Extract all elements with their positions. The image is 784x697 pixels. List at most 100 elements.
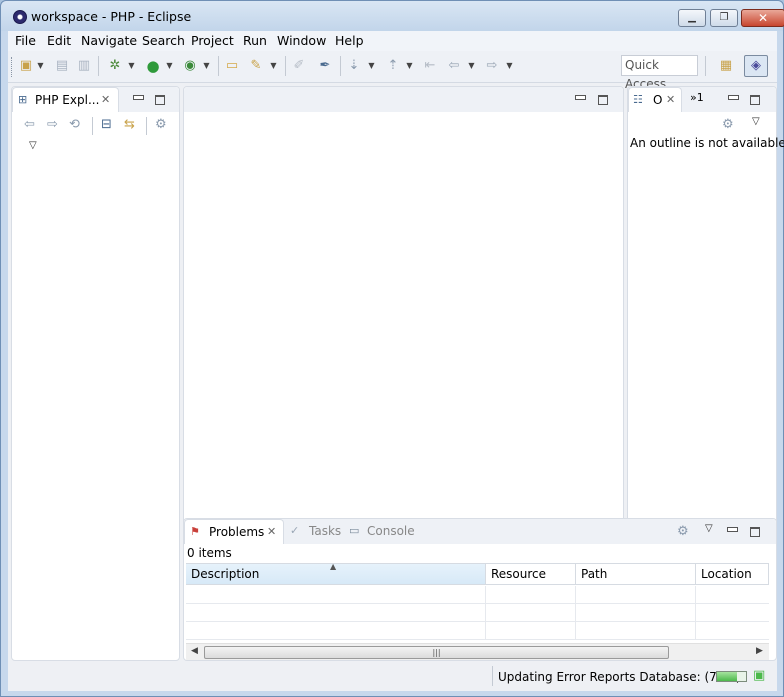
back-icon[interactable]: ⇦ [24, 117, 35, 132]
save-icon[interactable]: ▤ [54, 58, 70, 74]
collapse-all-icon[interactable]: ⊟ [101, 117, 112, 132]
maximize-icon[interactable] [750, 95, 760, 105]
progress-icon[interactable]: ▣ [753, 668, 765, 683]
forward-icon[interactable]: ⇨ [47, 117, 58, 132]
external-tools-dropdown-icon[interactable]: ▼ [203, 58, 210, 74]
eclipse-window: workspace - PHP - Eclipse ▁ ❐ ✕ File Edi… [0, 0, 784, 697]
save-all-icon[interactable]: ▥ [76, 58, 92, 74]
php-perspective-icon[interactable]: ◈ [744, 55, 768, 77]
column-header-resource[interactable]: Resource [486, 564, 576, 585]
tab-outline[interactable]: ☷ O ✕ [628, 87, 682, 112]
previous-annotation-icon[interactable]: ⇡ [385, 58, 401, 74]
minimize-icon[interactable] [575, 91, 586, 101]
toolbar-separator [218, 56, 219, 76]
next-annotation-icon[interactable]: ⇣ [346, 58, 362, 74]
column-header-description[interactable]: Description ▲ [186, 562, 486, 585]
quick-access-input[interactable]: Quick Access [621, 55, 698, 91]
back-dropdown-icon[interactable]: ▼ [468, 58, 475, 74]
minimize-icon[interactable] [728, 91, 739, 101]
next-annotation-dropdown-icon[interactable]: ▼ [368, 58, 375, 74]
open-perspective-icon[interactable]: ▦ [718, 58, 734, 74]
new-dropdown-icon[interactable]: ▼ [37, 58, 44, 74]
title-bar: workspace - PHP - Eclipse ▁ ❐ ✕ [1, 1, 784, 31]
php-explorer-tab-label: PHP Expl... [35, 93, 100, 107]
menu-edit[interactable]: Edit [47, 33, 71, 48]
forward-dropdown-icon[interactable]: ▼ [506, 58, 513, 74]
php-explorer-tabstrip: ⊞ PHP Expl... ✕ [12, 87, 179, 112]
close-window-button[interactable]: ✕ [741, 9, 784, 27]
column-header-label: Description [191, 567, 260, 581]
view-overflow-chevron[interactable]: »1 [690, 91, 704, 104]
view-menu-icon[interactable]: ▽ [705, 523, 713, 534]
close-icon[interactable]: ✕ [666, 93, 675, 106]
progress-fill [717, 672, 738, 681]
up-icon[interactable]: ⟲ [69, 117, 80, 132]
filters-icon[interactable]: ⚙ [722, 117, 734, 132]
view-menu-icon[interactable]: ▽ [29, 140, 37, 151]
scroll-left-icon[interactable]: ◀ [191, 646, 198, 656]
maximize-icon[interactable] [598, 95, 608, 105]
bottom-tabstrip: ⚑ Problems ✕ ✓ Tasks ▭ Console ⚙ ▽ [184, 519, 776, 544]
maximize-icon[interactable] [155, 95, 165, 105]
minimize-window-button[interactable]: ▁ [678, 9, 706, 27]
tab-tasks[interactable]: Tasks [309, 524, 341, 538]
status-message: Updating Error Reports Database: (70%) [498, 670, 741, 684]
tab-console[interactable]: Console [367, 524, 415, 538]
restore-window-button[interactable]: ❐ [710, 9, 738, 27]
back-icon[interactable]: ⇦ [446, 58, 462, 74]
search-icon[interactable]: ✎ [248, 58, 264, 74]
status-separator [492, 666, 493, 686]
toolbar-separator [92, 117, 93, 135]
main-toolbar: ▣ ▼ ▤ ▥ ✲ ▼ ● ▼ ◉ ▼ ▭ ✎ ▼ ✐ ✒ ⇣ ▼ ⇡ ▼ ⇤ … [8, 51, 777, 91]
menu-window[interactable]: Window [277, 33, 326, 48]
table-cell [576, 622, 696, 640]
problems-icon: ⚑ [190, 525, 200, 538]
window-title: workspace - PHP - Eclipse [31, 9, 192, 24]
menu-project[interactable]: Project [191, 33, 234, 48]
column-header-location[interactable]: Location [696, 564, 769, 585]
minimize-icon[interactable] [727, 523, 738, 533]
scrollbar-thumb[interactable]: ||| [204, 646, 669, 659]
menu-search[interactable]: Search [142, 33, 185, 48]
debug-dropdown-icon[interactable]: ▼ [128, 58, 135, 74]
outline-view: ☷ O ✕ »1 ⚙ ▽ An outline is not available… [627, 86, 784, 545]
filters-icon[interactable]: ⚙ [155, 117, 167, 132]
search-dropdown-icon[interactable]: ▼ [270, 58, 277, 74]
tab-problems[interactable]: ⚑ Problems ✕ [184, 519, 284, 544]
table-cell [186, 622, 486, 640]
scroll-right-icon[interactable]: ▶ [756, 646, 763, 656]
external-tools-icon[interactable]: ◉ [182, 58, 198, 74]
new-icon[interactable]: ▣ [18, 58, 34, 74]
horizontal-scrollbar[interactable]: ◀ ||| ▶ [186, 643, 769, 660]
mark-occurrences-icon[interactable]: ✒ [317, 58, 333, 74]
column-header-path[interactable]: Path [576, 564, 696, 585]
table-row [186, 604, 769, 622]
table-cell [186, 586, 486, 604]
last-edit-icon[interactable]: ⇤ [422, 58, 438, 74]
problems-tab-label: Problems [209, 525, 265, 539]
tab-php-explorer[interactable]: ⊞ PHP Expl... ✕ [12, 87, 119, 112]
view-menu-icon[interactable]: ▽ [752, 116, 760, 127]
debug-icon[interactable]: ✲ [107, 58, 123, 74]
forward-icon[interactable]: ⇨ [484, 58, 500, 74]
close-icon[interactable]: ✕ [267, 525, 276, 538]
menu-run[interactable]: Run [243, 33, 267, 48]
edit-icon[interactable]: ✐ [291, 58, 307, 74]
maximize-icon[interactable] [750, 527, 760, 537]
open-type-icon[interactable]: ▭ [224, 58, 240, 74]
minimize-icon[interactable] [133, 91, 144, 101]
problems-item-count: 0 items [187, 546, 232, 560]
menu-file[interactable]: File [15, 33, 36, 48]
run-icon[interactable]: ● [145, 58, 161, 74]
previous-annotation-dropdown-icon[interactable]: ▼ [406, 58, 413, 74]
menu-help[interactable]: Help [335, 33, 364, 48]
menu-navigate[interactable]: Navigate [81, 33, 137, 48]
filters-icon[interactable]: ⚙ [677, 524, 689, 539]
toolbar-grip[interactable] [11, 57, 14, 77]
close-icon[interactable]: ✕ [101, 93, 110, 106]
console-icon: ▭ [349, 524, 360, 537]
link-editor-icon[interactable]: ⇆ [124, 117, 135, 132]
run-dropdown-icon[interactable]: ▼ [166, 58, 173, 74]
table-cell [486, 604, 576, 622]
table-cell [576, 586, 696, 604]
